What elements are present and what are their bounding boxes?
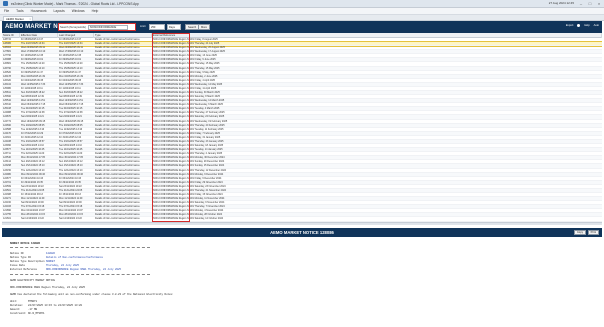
field-key: External Reference [10,268,38,271]
minimize-icon[interactable]: – [578,1,584,6]
close-icon[interactable]: × [596,1,602,6]
body-line: Unit: MTSNY1 [10,300,38,303]
field-value: Thursday, 24 July 2025 [46,264,80,267]
body-line: Duration: 24/07/2025 13:15 to 24/07/2025… [10,304,83,307]
search-box: Search (fw keywords) NONCONFORMANCE [58,23,136,31]
body-line: AEMO has declared the following unit as … [10,293,174,296]
notices-grid: Notice ID Effective Date Last Changed Ty… [2,33,602,222]
body-line: AEMO ELECTRICITY MARKET NOTICE [10,279,56,282]
more-button[interactable]: More [198,24,210,30]
field-key: Issue Date [10,264,26,267]
body-line: Constraint: NC-N_MTSNY1 [10,312,45,315]
menu-tools[interactable]: Tools [16,9,23,13]
auto-toggle[interactable]: Auto [594,24,599,27]
cell-notice-id: 121601 [3,217,11,221]
help-button[interactable]: Help [584,24,589,27]
detail-title-line: MARKET NOTICE 128086 [10,242,41,245]
cell-type: Details of Non-conformance/Conformance [95,217,140,221]
search-input[interactable]: NONCONFORMANCE [87,24,128,30]
window-controls: – □ × [578,1,602,6]
limit-label: Limit [140,25,146,28]
maximize-icon[interactable]: □ [587,1,593,6]
menu-housework[interactable]: Housework [31,9,47,13]
field-value: Details of Non-conformance/Conformance [46,256,104,259]
limit-input[interactable]: 250 [149,24,165,30]
cell-external-reference: NON-CONFORMANCE Region NSW1 Saturday, 12… [153,217,224,221]
divider [10,247,150,248]
body-line: NON-CONFORMANCE NSW1 Region Thursday, 24… [10,286,86,289]
table-row[interactable]: 121601 Sat 12/10/2024 13:22 Sat 12/10/2024… [2,217,602,222]
detail-heading: AEMO MARKET NOTICE 128086 [270,230,334,235]
menu-layouts[interactable]: Layouts [54,9,65,13]
field-key: Notice Type ID [10,256,32,259]
cell-effective-date: Sat 12/10/2024 13:22 [21,217,44,221]
search-label: Search (fw keywords) [60,25,86,29]
clock-readout: 27 Aug 2024 12:45 [548,1,574,5]
menu-help[interactable]: Help [92,9,99,13]
widget-toolbar: AEMO MARKET NOTICES Search (fw keywords)… [2,21,602,33]
field-value: MARKET [46,260,56,263]
pane-splitter[interactable] [2,222,602,225]
copy-button[interactable]: Copy [573,230,586,235]
app-icon [3,1,8,6]
grid-rows: 128734 Fri 08/08/2025 13:47 Fri 08/08/2025… [2,38,602,222]
detail-header: AEMO MARKET NOTICE 128086 Copy Print [2,228,602,237]
toolbar-right: Export Help Auto [566,24,599,27]
range-select[interactable]: Days [167,24,181,30]
field-value: 128086 [46,252,56,255]
field-key: Notice Type Description [10,260,45,263]
window-titlebar: ez2view (Clinic Worker Mode) - Mark Thom… [0,0,604,8]
menu-windows[interactable]: Windows [72,9,85,13]
body-line: Amount: -17 MW [10,308,38,311]
field-value: NON-CONFORMANCE Region NSW1 Thursday, 24… [46,268,122,271]
window-title: ez2view (Clinic Worker Mode) - Mark Thom… [11,1,139,6]
menu-file[interactable]: File [4,9,9,13]
export-button[interactable]: Export [566,24,574,27]
field-key: Notice ID [10,252,24,255]
help-icon[interactable] [577,24,581,27]
divider [10,274,150,275]
notice-detail: MARKET NOTICE 128086 Notice ID 128086 No… [2,237,602,325]
print-button[interactable]: Print [587,230,599,235]
menu-bar: File Tools Housework Layouts Windows Hel… [0,8,604,15]
cell-last-changed: Sat 12/10/2024 13:22 [59,217,82,221]
